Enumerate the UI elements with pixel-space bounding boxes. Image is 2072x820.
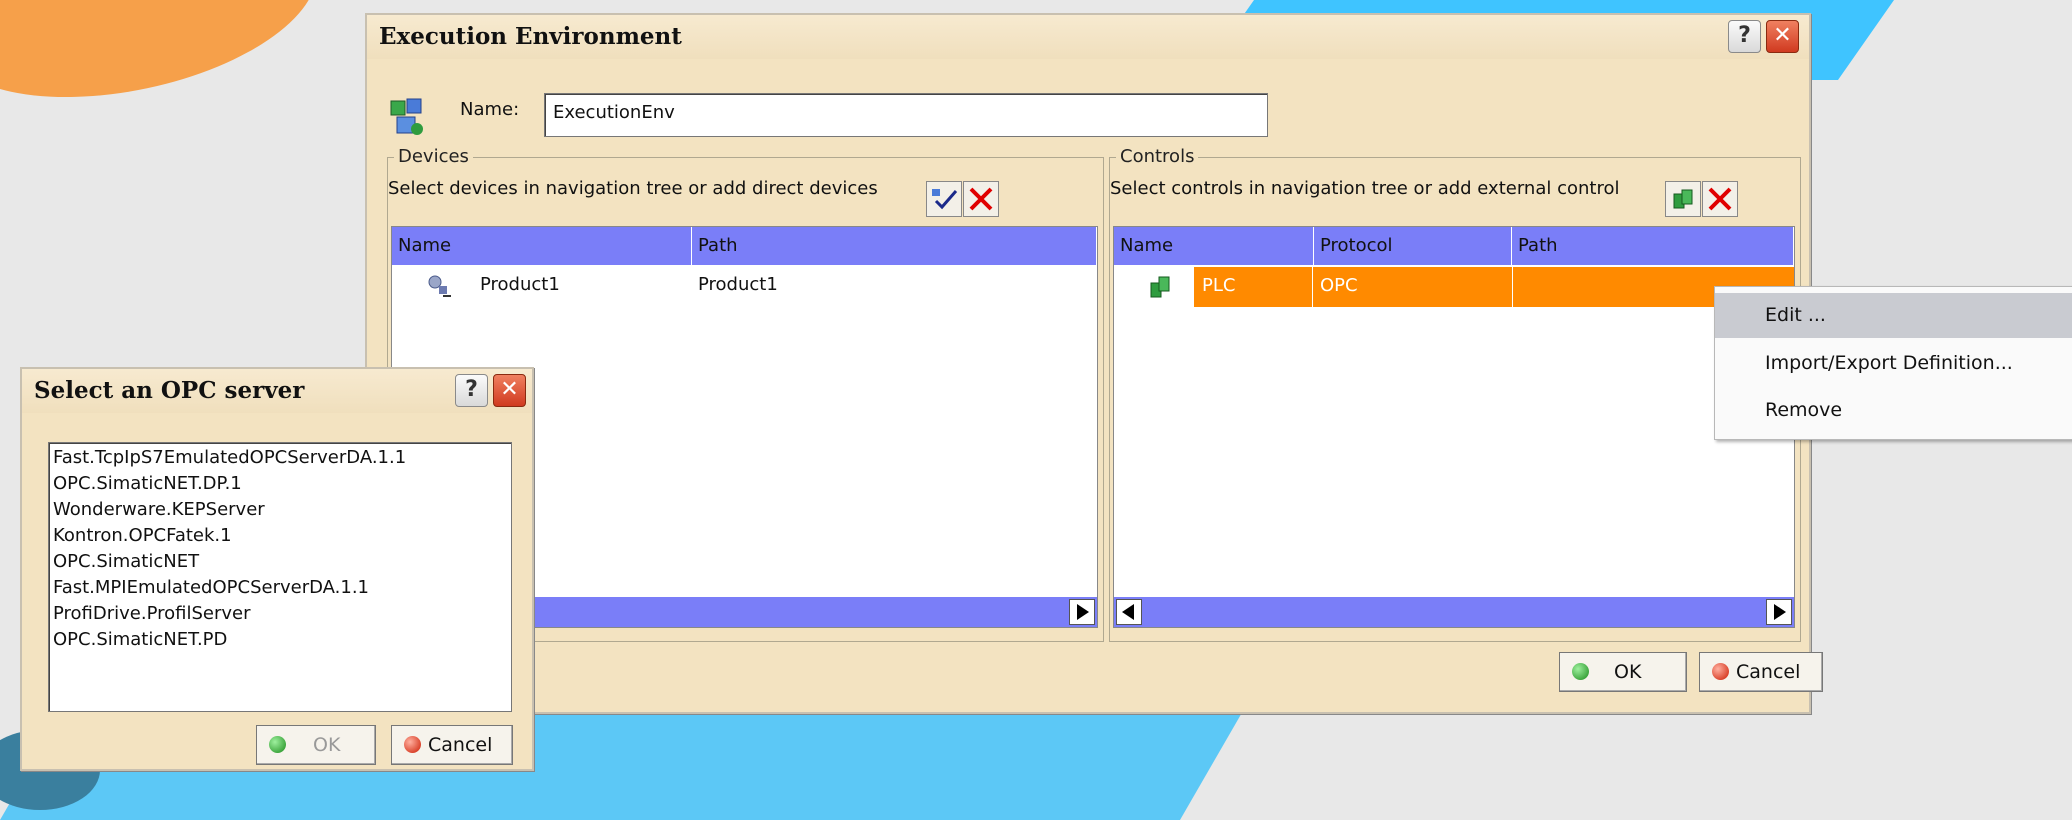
delete-x-icon <box>1708 187 1732 211</box>
cancel-label: Cancel <box>1736 661 1801 683</box>
controls-group-label: Controls <box>1116 146 1199 167</box>
menu-item-import-export[interactable]: Import/Export Definition... <box>1715 341 2072 386</box>
list-item[interactable]: OPC.SimaticNET.PD <box>53 627 406 653</box>
green-ok-icon <box>269 736 286 753</box>
list-item[interactable]: OPC.SimaticNET <box>53 549 406 575</box>
plc-add-icon <box>1673 189 1693 209</box>
opc-server-list[interactable]: Fast.TcpIpS7EmulatedOPCServerDA.1.1 OPC.S… <box>48 442 512 712</box>
opc-ok-label: OK <box>313 734 341 756</box>
ok-label: OK <box>1614 661 1642 683</box>
red-cancel-icon <box>404 736 421 753</box>
opc-dialog-title: Select an OPC server <box>34 377 305 404</box>
list-item[interactable]: ProfiDrive.ProfilServer <box>53 601 406 627</box>
help-icon[interactable]: ? <box>455 374 488 407</box>
list-item[interactable]: OPC.SimaticNET.DP.1 <box>53 471 406 497</box>
execution-environment-dialog: Execution Environment ? ✕ Name: Executio… <box>365 13 1823 714</box>
controls-list[interactable]: Name Protocol Path PLC OPC <box>1113 226 1795 628</box>
scroll-right-icon[interactable] <box>1766 599 1792 625</box>
devices-group-label: Devices <box>394 146 473 167</box>
devices-header: Name Path <box>392 227 1097 265</box>
background-orange-shape <box>0 0 334 128</box>
menu-item-edit[interactable]: Edit ... <box>1715 293 2072 338</box>
opc-dialog-titlebar: Select an OPC server ? ✕ <box>22 369 532 413</box>
list-item[interactable]: Wonderware.KEPServer <box>53 497 406 523</box>
red-cancel-icon <box>1712 663 1729 680</box>
scroll-left-icon[interactable] <box>1116 599 1142 625</box>
opc-cancel-button[interactable]: Cancel <box>391 725 513 765</box>
controls-hint: Select controls in navigation tree or ad… <box>1110 178 1620 199</box>
devices-col-path[interactable]: Path <box>692 227 1097 265</box>
controls-header: Name Protocol Path <box>1114 227 1794 265</box>
close-icon[interactable]: ✕ <box>493 374 526 407</box>
devices-hint: Select devices in navigation tree or add… <box>388 178 878 199</box>
context-menu: Edit ... Import/Export Definition... Rem… <box>1714 286 2072 440</box>
opc-cancel-label: Cancel <box>428 734 493 756</box>
plc-icon <box>1150 276 1170 298</box>
help-icon[interactable]: ? <box>1728 20 1761 53</box>
green-ok-icon <box>1572 663 1589 680</box>
select-check-icon <box>932 189 958 210</box>
add-control-button[interactable] <box>1665 181 1701 217</box>
selected-row-highlight <box>1194 267 1794 307</box>
devices-col-name[interactable]: Name <box>392 227 692 265</box>
remove-device-button[interactable] <box>963 181 999 217</box>
controls-col-name[interactable]: Name <box>1114 227 1314 265</box>
ok-button[interactable]: OK <box>1559 652 1687 692</box>
cell-divider <box>1312 267 1313 307</box>
controls-hscrollbar[interactable] <box>1114 597 1794 627</box>
control-name-cell: PLC <box>1202 275 1236 296</box>
close-icon[interactable]: ✕ <box>1766 20 1799 53</box>
scroll-right-icon[interactable] <box>1069 599 1095 625</box>
delete-x-icon <box>969 187 993 211</box>
cancel-button[interactable]: Cancel <box>1699 652 1823 692</box>
list-item[interactable]: Fast.MPIEmulatedOPCServerDA.1.1 <box>53 575 406 601</box>
controls-col-path[interactable]: Path <box>1512 227 1794 265</box>
name-field-value: ExecutionEnv <box>553 102 675 123</box>
remove-control-button[interactable] <box>1702 181 1738 217</box>
menu-item-remove[interactable]: Remove <box>1715 388 2072 433</box>
name-label: Name: <box>460 99 520 120</box>
controls-group: Controls Select controls in navigation t… <box>1109 146 1801 642</box>
table-row[interactable]: Product1 Product1 <box>392 267 1097 303</box>
name-field[interactable]: ExecutionEnv <box>544 93 1268 137</box>
cell-divider <box>1512 267 1513 307</box>
select-opc-server-dialog: Select an OPC server ? ✕ Fast.TcpIpS7Emu… <box>20 367 534 771</box>
opc-ok-button[interactable]: OK <box>256 725 376 765</box>
control-protocol-cell: OPC <box>1320 275 1358 296</box>
environment-icon <box>387 95 427 139</box>
list-item[interactable]: Kontron.OPCFatek.1 <box>53 523 406 549</box>
list-item[interactable]: Fast.TcpIpS7EmulatedOPCServerDA.1.1 <box>53 445 406 471</box>
controls-col-protocol[interactable]: Protocol <box>1314 227 1512 265</box>
select-device-button[interactable] <box>926 181 962 217</box>
product-icon <box>428 275 451 297</box>
device-name-cell: Product1 <box>480 274 560 295</box>
dialog-titlebar: Execution Environment ? ✕ <box>367 15 1809 59</box>
device-path-cell: Product1 <box>698 274 778 295</box>
dialog-title: Execution Environment <box>379 23 682 50</box>
table-row[interactable]: PLC OPC <box>1114 267 1794 307</box>
